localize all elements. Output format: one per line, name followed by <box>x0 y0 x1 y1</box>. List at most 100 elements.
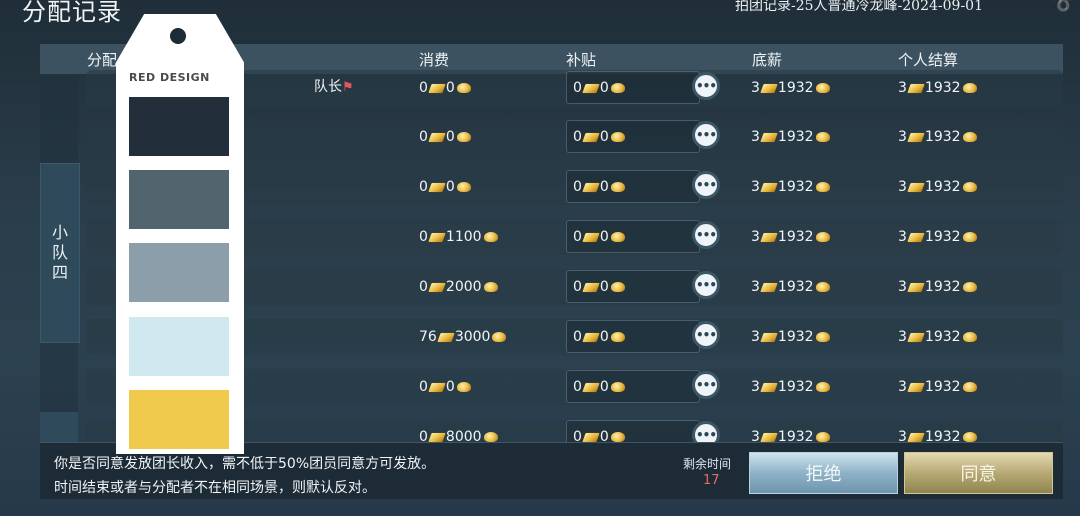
col-distribute: 分配 <box>87 51 118 69</box>
gold-ingot-icon <box>907 282 925 292</box>
gold-ingot-icon <box>760 232 778 242</box>
consume-gold: 0 <box>445 80 455 96</box>
base-salary-cell: 3 1932 <box>751 325 830 349</box>
gold-coin-icon <box>610 132 625 142</box>
gold-coin-icon <box>610 83 625 93</box>
base-gold: 1932 <box>777 179 814 195</box>
swatch-4 <box>129 317 229 376</box>
base-salary-cell: 3 1932 <box>751 76 830 100</box>
gold-ingot-icon <box>582 282 600 292</box>
consume-cell: 00 <box>419 76 471 100</box>
base-gold: 1932 <box>777 379 814 395</box>
more-options-button[interactable]: ••• <box>692 72 720 100</box>
subsidy-gold: 0 <box>599 379 609 395</box>
gold-ingot-icon <box>428 182 446 192</box>
subsidy-cell: 00 <box>573 175 625 199</box>
gold-coin-icon <box>962 232 977 242</box>
gold-coin-icon <box>610 182 625 192</box>
leader-text: 队长 <box>314 79 342 95</box>
gold-coin-icon <box>483 432 498 442</box>
consume-count: 0 <box>419 229 428 245</box>
gold-coin-icon <box>492 332 507 342</box>
gold-coin-icon <box>456 132 471 142</box>
gold-coin-icon <box>456 382 471 392</box>
settlement-cell: 3 1932 <box>898 225 977 249</box>
consume-count: 0 <box>419 279 428 295</box>
more-options-button[interactable]: ••• <box>692 171 720 199</box>
gold-coin-icon <box>483 282 498 292</box>
subsidy-cell: 00 <box>573 325 625 349</box>
gold-ingot-icon <box>428 132 446 142</box>
consume-gold: 8000 <box>445 429 482 442</box>
gold-coin-icon <box>815 282 830 292</box>
subsidy-count: 0 <box>573 429 582 442</box>
col-base-salary: 底薪 <box>752 51 783 69</box>
gold-ingot-icon <box>582 83 600 93</box>
gold-ingot-icon <box>582 132 600 142</box>
gold-ingot-icon <box>907 132 925 142</box>
more-options-button[interactable]: ••• <box>692 271 720 299</box>
settlement-cell: 3 1932 <box>898 76 977 100</box>
subsidy-cell: 00 <box>573 275 625 299</box>
gold-ingot-icon <box>428 232 446 242</box>
gold-coin-icon <box>962 432 977 442</box>
consume-count: 76 <box>419 329 437 345</box>
gold-coin-icon <box>962 132 977 142</box>
base-salary-cell: 3 1932 <box>751 275 830 299</box>
base-count: 3 <box>751 80 760 96</box>
gold-coin-icon <box>962 332 977 342</box>
gold-ingot-icon <box>760 332 778 342</box>
gold-ingot-icon <box>907 83 925 93</box>
swatch-2 <box>129 170 229 229</box>
consume-gold: 3000 <box>454 329 491 345</box>
subsidy-gold: 0 <box>599 329 609 345</box>
settle-gold: 1932 <box>924 80 961 96</box>
more-options-button[interactable]: ••• <box>692 221 720 249</box>
settle-gold: 1932 <box>924 379 961 395</box>
gold-ingot-icon <box>582 432 600 442</box>
settle-count: 3 <box>898 179 907 195</box>
subsidy-gold: 0 <box>599 129 609 145</box>
subsidy-gold: 0 <box>599 429 609 442</box>
more-options-button[interactable]: ••• <box>692 121 720 149</box>
more-options-button[interactable]: ••• <box>692 321 720 349</box>
consume-gold: 0 <box>445 179 455 195</box>
gold-coin-icon <box>962 83 977 93</box>
swatch-3 <box>129 243 229 302</box>
col-settlement: 个人结算 <box>898 51 959 69</box>
base-salary-cell: 3 1932 <box>751 375 830 399</box>
agree-button[interactable]: 同意 <box>904 452 1053 494</box>
gold-ingot-icon <box>760 132 778 142</box>
gold-ingot-icon <box>760 83 778 93</box>
squad-label[interactable]: 小 队 四 <box>40 163 80 343</box>
gold-ingot-icon <box>907 432 925 442</box>
prompt-line-1: 你是否同意发放团长收入，需不低于50%团员同意方可发放。 <box>54 456 436 472</box>
squad-label-next[interactable] <box>40 412 78 442</box>
more-options-button[interactable]: ••• <box>692 371 720 399</box>
gold-coin-icon <box>610 232 625 242</box>
swirl-icon[interactable]: ➰ <box>1052 0 1074 16</box>
gold-ingot-icon <box>907 382 925 392</box>
gold-coin-icon <box>815 382 830 392</box>
reject-button[interactable]: 拒绝 <box>749 452 898 494</box>
gold-coin-icon <box>456 182 471 192</box>
more-options-button[interactable]: ••• <box>692 421 720 442</box>
gold-ingot-icon <box>428 382 446 392</box>
consume-gold: 1100 <box>445 229 482 245</box>
gold-ingot-icon <box>428 432 446 442</box>
gold-ingot-icon <box>907 182 925 192</box>
palette-brand: RED DESIGN <box>129 71 210 84</box>
flag-icon: ⚑ <box>342 80 354 95</box>
gold-coin-icon <box>815 182 830 192</box>
gold-ingot-icon <box>760 282 778 292</box>
subsidy-cell: 00 <box>573 125 625 149</box>
gold-ingot-icon <box>760 432 778 442</box>
subsidy-gold: 0 <box>599 80 609 96</box>
base-count: 3 <box>751 229 760 245</box>
subsidy-gold: 0 <box>599 279 609 295</box>
base-count: 3 <box>751 429 760 442</box>
base-count: 3 <box>751 329 760 345</box>
gold-coin-icon <box>815 132 830 142</box>
gold-coin-icon <box>483 232 498 242</box>
settle-gold: 1932 <box>924 429 961 442</box>
